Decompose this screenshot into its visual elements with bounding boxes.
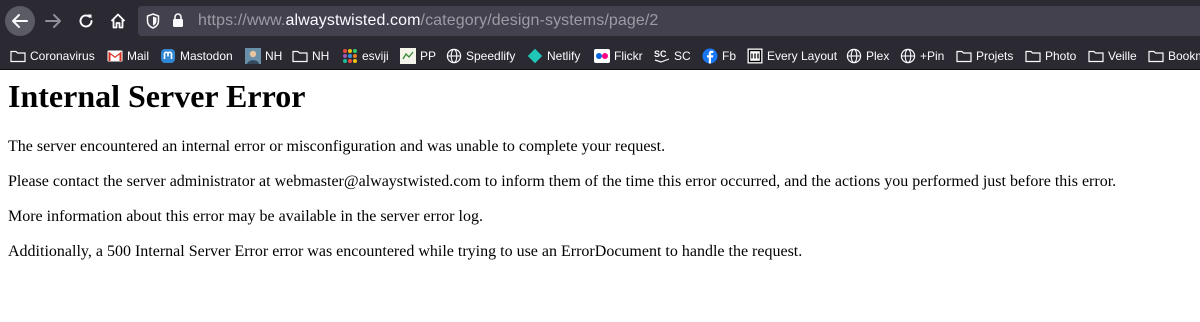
- bookmark-label: Every Layout: [767, 49, 838, 63]
- facebook-icon: [702, 48, 718, 64]
- bookmark-label: Bookm: [1168, 49, 1200, 63]
- globe-icon: [446, 48, 462, 64]
- url-scheme: https://www.: [198, 12, 286, 29]
- bookmark-label: Veille: [1108, 49, 1137, 63]
- bookmark-photo[interactable]: Photo: [1025, 47, 1076, 65]
- url-host: alwaystwisted.com: [285, 12, 421, 29]
- bookmark-label: NH: [312, 49, 330, 63]
- avatar-icon: [245, 48, 261, 64]
- bookmark-plex[interactable]: Plex: [846, 47, 889, 65]
- forward-arrow-icon: [45, 14, 61, 28]
- bookmark-flickr[interactable]: Flickr: [594, 47, 643, 65]
- bookmark-nh-profile[interactable]: NH: [245, 47, 282, 65]
- svg-text:SC: SC: [654, 49, 667, 59]
- bookmark-every-layout[interactable]: Every Layout: [747, 47, 837, 65]
- bookmark-label: Netlify: [547, 49, 581, 63]
- forward-button[interactable]: [38, 6, 68, 36]
- bookmark-label: esviji: [362, 49, 389, 63]
- folder-icon: [292, 48, 308, 64]
- folder-icon: [10, 48, 26, 64]
- folder-icon: [956, 48, 972, 64]
- url-path: /category/design-systems/page/2: [420, 12, 659, 29]
- page-content: Internal Server Error The server encount…: [0, 71, 1200, 322]
- bookmark-label: PP: [420, 49, 437, 63]
- bookmark-label: Flickr: [614, 49, 643, 63]
- back-arrow-icon: [12, 14, 28, 28]
- bookmark-label: NH: [265, 49, 283, 63]
- bookmark-esviji[interactable]: esviji: [342, 47, 389, 65]
- page-title: Internal Server Error: [8, 78, 306, 114]
- bookmark-projets[interactable]: Projets: [956, 47, 1013, 65]
- pp-icon: [400, 48, 416, 64]
- error-paragraph-4: Additionally, a 500 Internal Server Erro…: [8, 243, 803, 260]
- bookmark-label: Fb: [722, 49, 737, 63]
- reload-button[interactable]: [71, 6, 101, 36]
- folder-icon: [1148, 48, 1164, 64]
- home-icon: [110, 13, 126, 29]
- bookmarks-bar: Coronavirus Mail Mastodon NH NH esviji P…: [0, 42, 1200, 70]
- sc-icon: SC: [654, 48, 670, 64]
- bookmark-label: Mastodon: [180, 49, 233, 63]
- globe-icon: [846, 48, 862, 64]
- url-bar[interactable]: https://www.alwaystwisted.com/category/d…: [138, 6, 1200, 36]
- url-text[interactable]: https://www.alwaystwisted.com/category/d…: [198, 12, 658, 30]
- bookmark-label: +Pin: [920, 49, 945, 63]
- bookmark-veille[interactable]: Veille: [1088, 47, 1137, 65]
- back-button[interactable]: [5, 6, 35, 36]
- bookmark-fb[interactable]: Fb: [702, 47, 736, 65]
- folder-icon: [1025, 48, 1041, 64]
- gmail-icon: [107, 48, 123, 64]
- bookmark-speedlify[interactable]: Speedlify: [446, 47, 515, 65]
- bookmark-netlify[interactable]: Netlify: [527, 47, 580, 65]
- lock-icon[interactable]: [172, 13, 184, 28]
- esviji-icon: [342, 48, 358, 64]
- browser-toolbar: https://www.alwaystwisted.com/category/d…: [0, 0, 1200, 42]
- folder-icon: [1088, 48, 1104, 64]
- bookmark-label: Coronavirus: [30, 49, 95, 63]
- bookmark-coronavirus[interactable]: Coronavirus: [10, 47, 95, 65]
- flickr-icon: [594, 48, 610, 64]
- bookmark-pin[interactable]: +Pin: [900, 47, 944, 65]
- bookmark-label: Mail: [127, 49, 150, 63]
- bookmark-label: Speedlify: [466, 49, 516, 63]
- error-paragraph-1: The server encountered an internal error…: [8, 138, 666, 155]
- every-layout-icon: [747, 48, 763, 64]
- bookmark-label: Plex: [866, 49, 890, 63]
- reload-icon: [79, 14, 93, 28]
- mastodon-icon: [160, 48, 176, 64]
- bookmark-label: SC: [674, 49, 691, 63]
- bookmark-mastodon[interactable]: Mastodon: [160, 47, 233, 65]
- netlify-icon: [527, 48, 543, 64]
- bookmark-mail[interactable]: Mail: [107, 47, 149, 65]
- bookmark-sc[interactable]: SC SC: [654, 47, 691, 65]
- bookmark-nh-folder[interactable]: NH: [292, 47, 329, 65]
- bookmark-bookm[interactable]: Bookm: [1148, 47, 1200, 65]
- bookmark-pp[interactable]: PP: [400, 47, 436, 65]
- error-paragraph-3: More information about this error may be…: [8, 208, 483, 225]
- bookmark-label: Projets: [976, 49, 1014, 63]
- home-button[interactable]: [103, 6, 133, 36]
- error-paragraph-2: Please contact the server administrator …: [8, 173, 1117, 190]
- shield-icon[interactable]: [146, 13, 160, 29]
- globe-icon: [900, 48, 916, 64]
- bookmark-label: Photo: [1045, 49, 1077, 63]
